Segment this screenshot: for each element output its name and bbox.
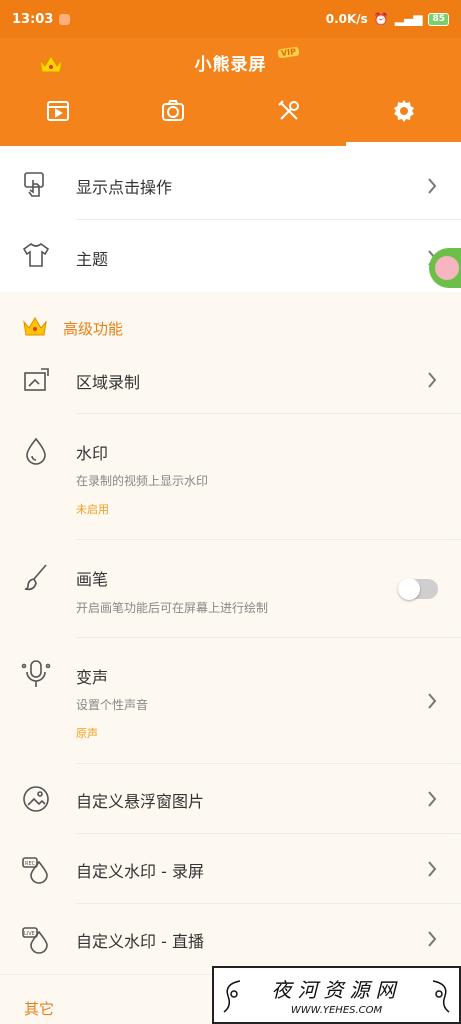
theme-row[interactable]: 主题 [0, 220, 461, 292]
status-time: 13:03 [12, 11, 54, 27]
chevron-right-icon [428, 178, 437, 194]
float-image-item[interactable]: 自定义悬浮窗图片 [0, 764, 461, 834]
advanced-section-header: 高级功能 [0, 292, 461, 362]
watermark-title: 水印 [76, 444, 109, 463]
camera-icon [161, 100, 184, 121]
wm-live-label: 自定义水印 - 直播 [76, 932, 204, 951]
settings-icon [393, 100, 414, 122]
watermark-url: WWW.YEHES.COM [290, 1005, 383, 1016]
tshirt-icon [22, 242, 50, 267]
battery-icon: 85 [428, 12, 449, 26]
watermark-sub: 在录制的视频上显示水印 [76, 474, 209, 488]
voice-change-sub: 设置个性声音 [76, 698, 149, 712]
watermark-main: 夜河资源网 [271, 978, 402, 1002]
image-icon [23, 786, 49, 812]
rec-droplet-icon: REC [22, 857, 48, 884]
chevron-right-icon [428, 693, 437, 709]
chevron-right-icon [428, 931, 437, 947]
net-speed: 0.0K/s [325, 12, 368, 26]
chevron-right-icon [428, 372, 437, 388]
video-icon [46, 101, 69, 121]
advanced-label: 高级功能 [63, 320, 124, 338]
toggle-knob [398, 578, 420, 600]
show-touches-label: 显示点击操作 [76, 178, 173, 197]
app-title: 小熊录屏 [194, 55, 267, 75]
live-droplet-icon: LIVE [22, 927, 48, 954]
tab-video[interactable] [0, 98, 115, 143]
chevron-right-icon [428, 861, 437, 877]
brush-toggle[interactable] [398, 578, 438, 600]
droplet-icon [26, 437, 46, 465]
ornament-icon [432, 980, 450, 1013]
show-touches-row[interactable]: 显示点击操作 [0, 146, 461, 220]
touch-icon [24, 172, 44, 197]
brush-item[interactable]: 画笔 开启画笔功能后可在屏幕上进行绘制 [0, 540, 461, 638]
voice-change-item[interactable]: 变声 设置个性声音 原声 [0, 638, 461, 764]
notification-icon [59, 13, 71, 25]
svg-text:LIVE: LIVE [24, 931, 35, 937]
area-record-item[interactable]: 区域录制 [0, 356, 461, 414]
chevron-right-icon [428, 791, 437, 807]
area-record-label: 区域录制 [76, 373, 141, 392]
status-bar: 13:03 0.0K/s ⏰ ▂▄▆ 85 [0, 0, 461, 38]
watermark-status: 未启用 [76, 503, 109, 516]
tab-tools[interactable] [231, 98, 346, 143]
site-watermark: 夜河资源网 WWW.YEHES.COM [212, 966, 461, 1024]
other-section-label: 其它 [24, 1000, 55, 1018]
crown-icon [23, 317, 47, 336]
float-image-label: 自定义悬浮窗图片 [76, 792, 205, 811]
signal-icon: ▂▄▆ [394, 12, 423, 26]
wm-live-item[interactable]: LIVE 自定义水印 - 直播 [0, 904, 461, 974]
svg-text:REC: REC [25, 861, 36, 867]
avatar-face-icon [435, 256, 459, 280]
voice-change-status: 原声 [76, 727, 98, 740]
microphone-icon [21, 660, 51, 687]
theme-label: 主题 [76, 250, 109, 269]
alarm-icon: ⏰ [373, 12, 389, 26]
status-right: 0.0K/s ⏰ ▂▄▆ 85 [326, 12, 449, 26]
crop-icon [24, 368, 49, 391]
tab-settings[interactable] [346, 98, 461, 143]
brush-sub: 开启画笔功能后可在屏幕上进行绘制 [76, 601, 269, 615]
brush-title: 画笔 [76, 570, 109, 589]
brush-icon [24, 564, 47, 591]
tools-icon [277, 100, 299, 120]
wm-record-item[interactable]: REC 自定义水印 - 录屏 [0, 834, 461, 904]
watermark-item[interactable]: 水印 在录制的视频上显示水印 未启用 [0, 414, 461, 540]
wm-record-label: 自定义水印 - 录屏 [76, 862, 204, 881]
ornament-icon [223, 980, 241, 1013]
tab-screenshot[interactable] [115, 98, 230, 143]
floating-avatar[interactable] [429, 248, 461, 288]
voice-change-title: 变声 [76, 668, 109, 687]
app-bar: 小熊录屏 VIP [0, 38, 461, 146]
